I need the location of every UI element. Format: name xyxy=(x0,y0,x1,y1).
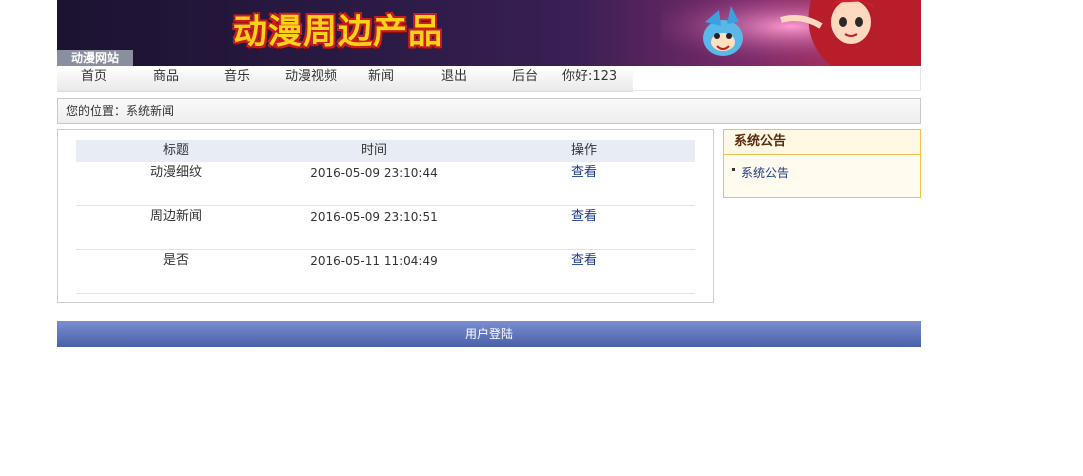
user-login-bar[interactable]: 用户登陆 xyxy=(57,321,921,347)
notice-item-label[interactable]: 系统公告 xyxy=(741,166,789,180)
main-nav: 首页 商品 音乐 动漫视频 新闻 退出 后台 你好:123 xyxy=(57,66,633,92)
nav-item-music[interactable]: 音乐 xyxy=(215,66,259,91)
column-header-action: 操作 xyxy=(570,143,597,158)
nav-item-products[interactable]: 商品 xyxy=(144,66,188,91)
notice-item[interactable]: 系统公告 xyxy=(732,164,789,181)
news-title: 是否 xyxy=(162,253,189,268)
nav-item-anime-video[interactable]: 动漫视频 xyxy=(281,66,341,91)
nav-item-news[interactable]: 新闻 xyxy=(359,66,403,91)
column-header-title: 标题 xyxy=(162,143,189,158)
user-greeting: 你好:123 xyxy=(562,69,618,84)
bullet-icon xyxy=(732,168,735,171)
news-title: 周边新闻 xyxy=(149,209,202,224)
view-link[interactable]: 查看 xyxy=(564,206,604,228)
nav-item-logout[interactable]: 退出 xyxy=(432,66,476,91)
banner-title: 动漫周边产品 xyxy=(233,12,443,52)
anime-characters-illustration xyxy=(661,0,921,66)
nav-item-home[interactable]: 首页 xyxy=(72,66,116,91)
column-header-time: 时间 xyxy=(360,143,387,158)
table-row: 是否 2016-05-11 11:04:49 查看 xyxy=(76,250,695,294)
breadcrumb: 您的位置：系统新闻 xyxy=(57,98,921,124)
news-time: 2016-05-09 23:10:44 xyxy=(310,166,438,180)
nav-item-admin[interactable]: 后台 xyxy=(503,66,547,91)
system-notice-box: 系统公告 系统公告 xyxy=(723,129,921,198)
view-link[interactable]: 查看 xyxy=(564,162,604,184)
news-title: 动漫细纹 xyxy=(149,165,202,180)
site-name-label: 动漫网站 xyxy=(57,50,133,66)
news-time: 2016-05-09 23:10:51 xyxy=(310,210,438,224)
table-row: 周边新闻 2016-05-09 23:10:51 查看 xyxy=(76,206,695,250)
news-time: 2016-05-11 11:04:49 xyxy=(310,254,438,268)
news-panel: 标题 时间 操作 动漫细纹 2016-05-09 23:10:44 查看 周边新… xyxy=(57,129,714,303)
view-link[interactable]: 查看 xyxy=(564,250,604,272)
header-banner: 动漫周边产品 动漫网站 xyxy=(57,0,921,66)
notice-heading: 系统公告 xyxy=(724,130,920,155)
table-header: 标题 时间 操作 xyxy=(76,140,695,162)
table-row: 动漫细纹 2016-05-09 23:10:44 查看 xyxy=(76,162,695,206)
